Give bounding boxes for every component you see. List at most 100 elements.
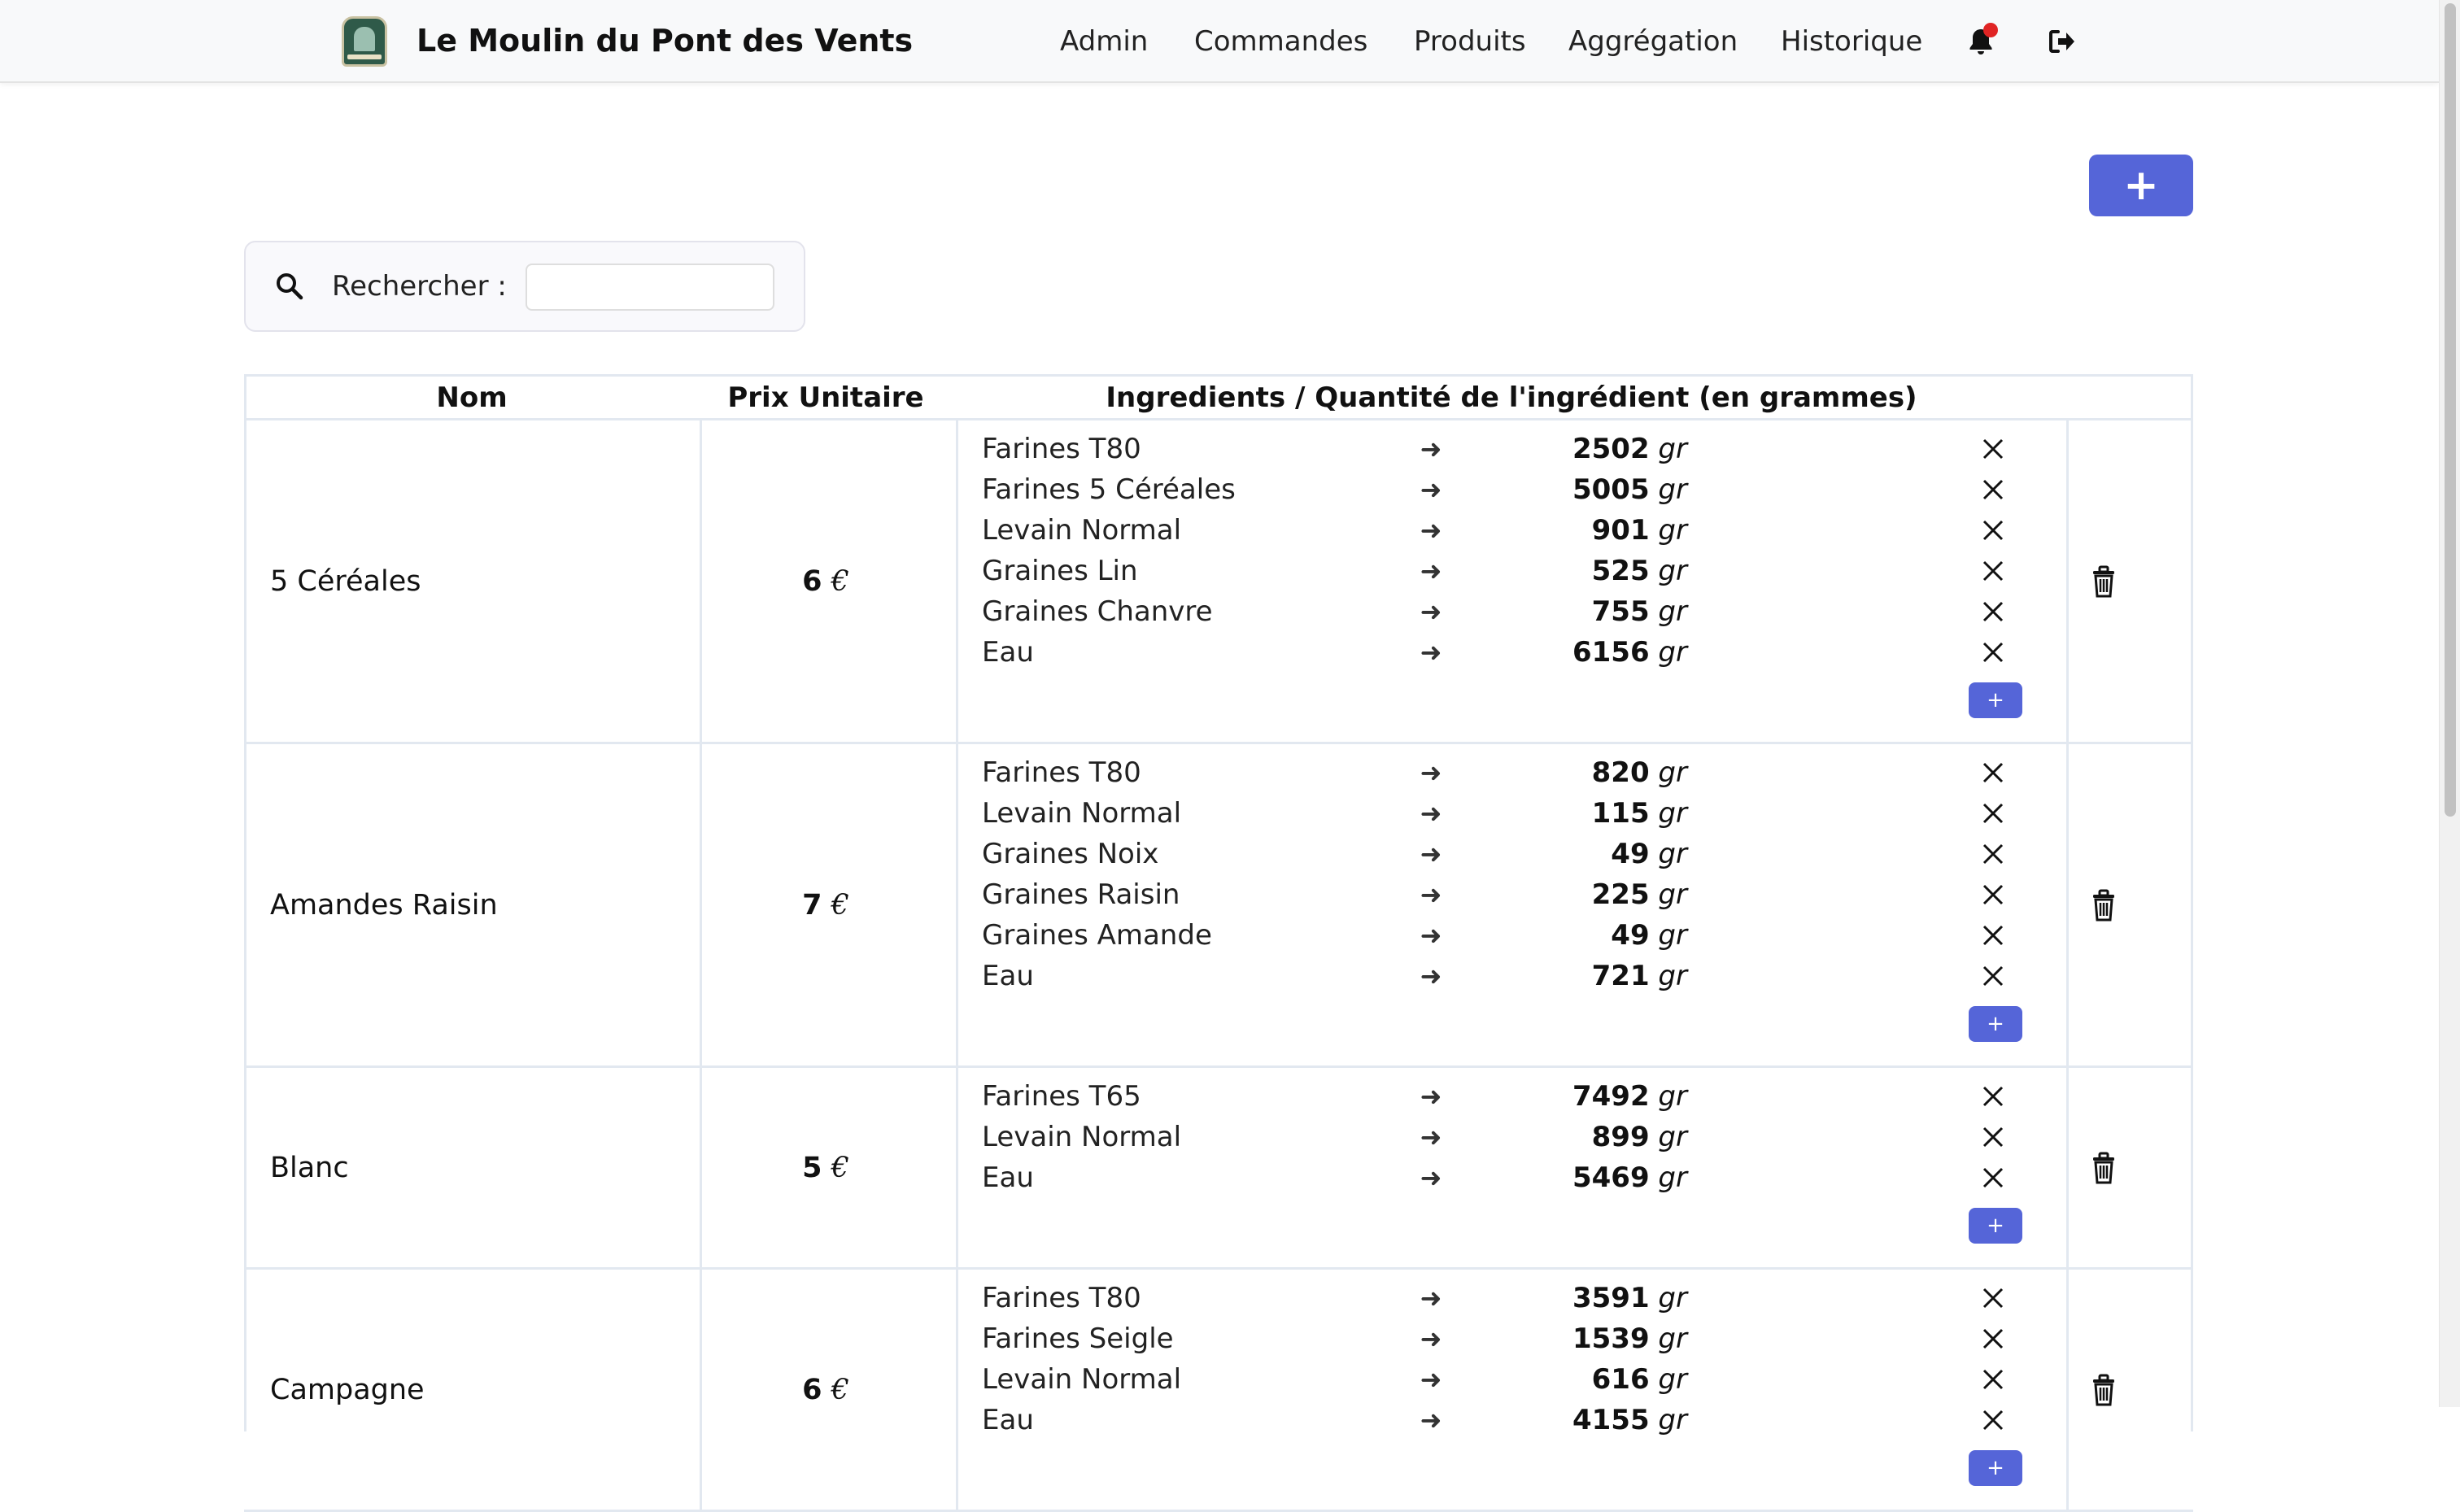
arrow-right-icon: ➜ <box>1420 757 1442 788</box>
remove-ingredient-icon[interactable] <box>1980 1076 2006 1117</box>
remove-ingredient-icon[interactable] <box>1980 591 2006 632</box>
ingredient-name: Farines T80 <box>982 433 1141 465</box>
remove-ingredient-icon[interactable] <box>1980 956 2006 996</box>
arrow-right-icon: ➜ <box>1420 434 1442 464</box>
add-ingredient-label: + <box>1987 1456 2004 1480</box>
arrow-right-icon: ➜ <box>1420 1122 1442 1153</box>
column-header-nom: Nom <box>436 381 508 414</box>
ingredient-name: Farines T65 <box>982 1080 1141 1113</box>
ingredient-name: Eau <box>982 1161 1034 1194</box>
remove-ingredient-icon[interactable] <box>1980 632 2006 673</box>
nav-link-admin[interactable]: Admin <box>1060 21 1148 62</box>
column-header-prix: Prix Unitaire <box>727 381 924 414</box>
remove-ingredient-icon[interactable] <box>1980 469 2006 510</box>
ingredient-quantity: 49 gr <box>1611 838 1687 870</box>
arrow-right-icon: ➜ <box>1420 961 1442 991</box>
remove-ingredient-icon[interactable] <box>1980 834 2006 874</box>
ingredient-name: Levain Normal <box>982 1121 1182 1153</box>
ingredient-quantity: 7492 gr <box>1572 1080 1687 1113</box>
remove-ingredient-icon[interactable] <box>1980 1157 2006 1198</box>
search-input[interactable] <box>526 264 774 311</box>
ingredient-name: Graines Raisin <box>982 878 1180 911</box>
ingredient-quantity: 5005 gr <box>1572 473 1687 506</box>
ingredient-name: Eau <box>982 960 1034 992</box>
table-header-divider <box>244 418 2193 420</box>
delete-product-icon[interactable] <box>2091 565 2117 598</box>
search-box: Rechercher : <box>244 241 805 332</box>
add-ingredient-button[interactable]: + <box>1969 1450 2022 1486</box>
arrow-right-icon: ➜ <box>1420 596 1442 627</box>
ingredient-name: Graines Chanvre <box>982 595 1213 628</box>
remove-ingredient-icon[interactable] <box>1980 1359 2006 1400</box>
add-ingredient-button[interactable]: + <box>1969 682 2022 718</box>
delete-product-icon[interactable] <box>2091 889 2117 922</box>
arrow-right-icon: ➜ <box>1420 798 1442 829</box>
remove-ingredient-icon[interactable] <box>1980 429 2006 469</box>
search-label: Rechercher : <box>332 270 507 303</box>
column-divider <box>2066 1068 2069 1267</box>
arrow-right-icon: ➜ <box>1420 1405 1442 1436</box>
ingredient-quantity: 5469 gr <box>1572 1161 1687 1194</box>
add-product-label: + <box>2123 161 2159 210</box>
remove-ingredient-icon[interactable] <box>1980 551 2006 591</box>
ingredient-quantity: 2502 gr <box>1572 433 1687 465</box>
arrow-right-icon: ➜ <box>1420 1323 1442 1354</box>
ingredient-name: Farines 5 Céréales <box>982 473 1236 506</box>
nav-link-historique[interactable]: Historique <box>1781 21 1922 62</box>
arrow-right-icon: ➜ <box>1420 1081 1442 1112</box>
notification-badge <box>1983 23 1998 37</box>
row-divider <box>244 1065 2193 1068</box>
delete-product-icon[interactable] <box>2091 1152 2117 1184</box>
remove-ingredient-icon[interactable] <box>1980 752 2006 793</box>
column-header-ingredients: Ingredients / Quantité de l'ingrédient (… <box>1106 381 1917 414</box>
product-price: 7 € <box>802 888 849 922</box>
ingredient-quantity: 901 gr <box>1591 514 1687 547</box>
add-ingredient-button[interactable]: + <box>1969 1208 2022 1244</box>
arrow-right-icon: ➜ <box>1420 839 1442 869</box>
arrow-right-icon: ➜ <box>1420 556 1442 586</box>
brand-logo[interactable] <box>342 16 387 67</box>
ingredient-quantity: 820 gr <box>1591 756 1687 789</box>
page-scrollbar[interactable] <box>2439 0 2460 1407</box>
product-name: Campagne <box>270 1373 425 1406</box>
ingredient-name: Levain Normal <box>982 1363 1182 1396</box>
column-divider <box>2066 420 2069 742</box>
ingredient-quantity: 6156 gr <box>1572 636 1687 669</box>
remove-ingredient-icon[interactable] <box>1980 1400 2006 1440</box>
remove-ingredient-icon[interactable] <box>1980 510 2006 551</box>
ingredient-quantity: 1539 gr <box>1572 1322 1687 1355</box>
scrollbar-thumb[interactable] <box>2445 3 2456 817</box>
product-price: 6 € <box>802 564 849 598</box>
arrow-right-icon: ➜ <box>1420 1283 1442 1314</box>
remove-ingredient-icon[interactable] <box>1980 1117 2006 1157</box>
ingredient-name: Graines Noix <box>982 838 1159 870</box>
arrow-right-icon: ➜ <box>1420 474 1442 505</box>
remove-ingredient-icon[interactable] <box>1980 1318 2006 1359</box>
ingredient-name: Graines Amande <box>982 919 1212 952</box>
add-product-button[interactable]: + <box>2089 155 2193 216</box>
delete-product-icon[interactable] <box>2091 1374 2117 1406</box>
nav-link-commandes[interactable]: Commandes <box>1194 21 1367 62</box>
logout-icon[interactable] <box>2043 23 2081 60</box>
column-divider <box>2066 744 2069 1065</box>
ingredient-quantity: 755 gr <box>1591 595 1687 628</box>
ingredient-quantity: 4155 gr <box>1572 1404 1687 1436</box>
remove-ingredient-icon[interactable] <box>1980 874 2006 915</box>
ingredient-name: Farines T80 <box>982 756 1141 789</box>
navbar: Le Moulin du Pont des Vents Admin Comman… <box>0 0 2439 83</box>
remove-ingredient-icon[interactable] <box>1980 915 2006 956</box>
nav-link-produits[interactable]: Produits <box>1414 21 1526 62</box>
nav-link-aggregation[interactable]: Aggrégation <box>1568 21 1738 62</box>
brand-title[interactable]: Le Moulin du Pont des Vents <box>417 20 913 62</box>
add-ingredient-button[interactable]: + <box>1969 1006 2022 1042</box>
ingredient-name: Levain Normal <box>982 514 1182 547</box>
ingredient-quantity: 616 gr <box>1591 1363 1687 1396</box>
ingredient-quantity: 49 gr <box>1611 919 1687 952</box>
arrow-right-icon: ➜ <box>1420 515 1442 546</box>
column-divider <box>2066 1270 2069 1510</box>
ingredient-name: Farines T80 <box>982 1282 1141 1314</box>
ingredient-quantity: 225 gr <box>1591 878 1687 911</box>
arrow-right-icon: ➜ <box>1420 1364 1442 1395</box>
remove-ingredient-icon[interactable] <box>1980 1278 2006 1318</box>
remove-ingredient-icon[interactable] <box>1980 793 2006 834</box>
